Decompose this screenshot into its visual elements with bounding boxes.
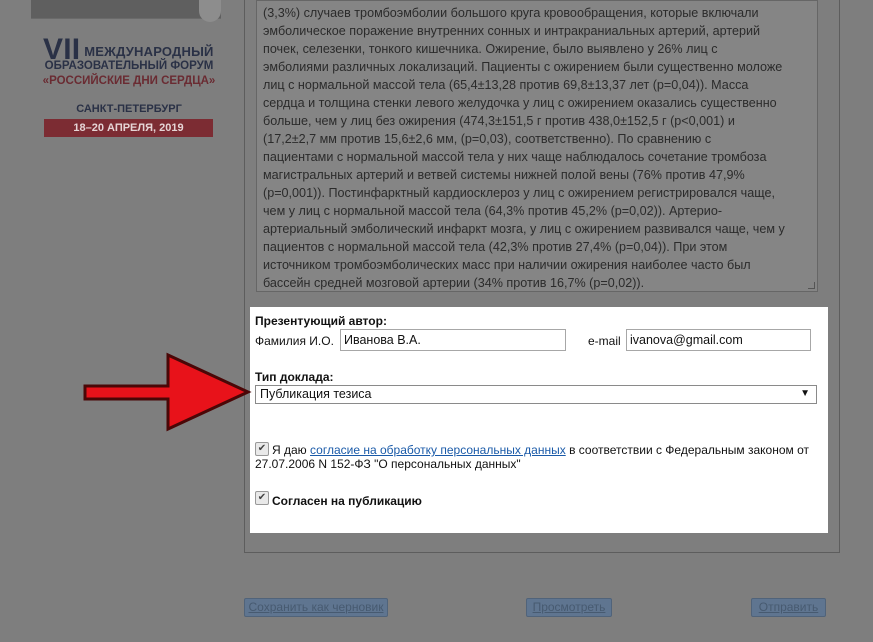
resize-handle-icon[interactable]: [808, 282, 815, 289]
abstract-line: источником тромбоэмболических масс при н…: [263, 258, 751, 272]
banner-city: САНКТ-ПЕТЕРБУРГ: [76, 103, 182, 115]
email-label: e-mail: [588, 334, 621, 348]
abstract-line: пациентами с нормальной массой тела у ни…: [263, 150, 767, 164]
abstract-line: магистральных артерий и ветвей системы н…: [263, 168, 745, 182]
forum-logo: [199, 0, 221, 22]
consent-link[interactable]: согласие на обработку персональных данны…: [310, 443, 566, 457]
abstract-line: бассейн средней мозговой артерии (34% пр…: [263, 276, 645, 290]
abstract-line: чем у лиц с нормальной массой тела (64,3…: [263, 204, 723, 218]
forum-banner: VII МЕЖДУНАРОДНЫЙ ОБРАЗОВАТЕЛЬНЫЙ ФОРУМ «…: [31, 0, 221, 140]
abstract-line: больше, чем у лиц без ожирения (474,3±15…: [263, 114, 735, 128]
abstract-line: эмболиями различных локализаций. Пациент…: [263, 60, 783, 74]
abstract-line: эмболическое поражение внутренних сонных…: [263, 24, 761, 38]
abstract-line: сердца и толщина стенки левого желудочка…: [263, 96, 777, 110]
publish-checkbox[interactable]: ✔: [255, 491, 269, 505]
submit-button[interactable]: Отправить: [751, 598, 826, 617]
presenter-heading: Презентующий автор:: [255, 314, 387, 328]
consent-text: Я даю согласие на обработку персональных…: [255, 443, 820, 471]
banner-dates: 18–20 АПРЕЛЯ, 2019: [44, 119, 213, 137]
dropdown-arrow-icon: ▼: [800, 388, 810, 399]
banner-line-2: ОБРАЗОВАТЕЛЬНЫЙ ФОРУМ: [44, 60, 214, 72]
banner-photo: [31, 0, 221, 19]
abstract-line: (3,3%) случаев тромбоэмболии большого кр…: [263, 6, 759, 20]
preview-button[interactable]: Просмотреть: [526, 598, 612, 617]
report-type-select[interactable]: Публикация тезиса ▼: [255, 385, 817, 404]
name-label: Фамилия И.О.: [255, 334, 334, 348]
abstract-textarea[interactable]: (3,3%) случаев тромбоэмболии большого кр…: [256, 0, 818, 292]
banner-line-1: МЕЖДУНАРОДНЫЙ: [84, 44, 214, 59]
red-arrow-icon: [83, 352, 252, 432]
abstract-line: артериальный эмболический инфаркт мозга,…: [263, 222, 785, 236]
abstract-line: (17,2±2,7 мм против 15,6±2,6 мм, (p=0,03…: [263, 132, 712, 146]
abstract-line: почек, селезенки, тонкого кишечника. Ожи…: [263, 42, 718, 56]
publish-label: Согласен на публикацию: [272, 494, 422, 508]
report-type-value: Публикация тезиса: [260, 387, 372, 401]
consent-checkbox[interactable]: ✔: [255, 442, 269, 456]
banner-line-3: «РОССИЙСКИЕ ДНИ СЕРДЦА»: [42, 75, 216, 87]
save-draft-button[interactable]: Сохранить как черновик: [244, 598, 388, 617]
report-type-label: Тип доклада:: [255, 370, 334, 384]
abstract-text: (3,3%) случаев тромбоэмболии большого кр…: [263, 4, 811, 291]
abstract-line: (p=0,001)). Постинфарктный кардиосклероз…: [263, 186, 775, 200]
name-input[interactable]: [340, 329, 566, 351]
abstract-line: лиц с нормальной массой тела (65,4±13,28…: [263, 78, 749, 92]
email-input[interactable]: [626, 329, 811, 351]
consent-prefix: Я даю: [272, 443, 307, 457]
author-section: Презентующий автор: Фамилия И.О. e-mail …: [250, 307, 828, 533]
abstract-line: пациентов с нормальной массой тела (42,3…: [263, 240, 728, 254]
